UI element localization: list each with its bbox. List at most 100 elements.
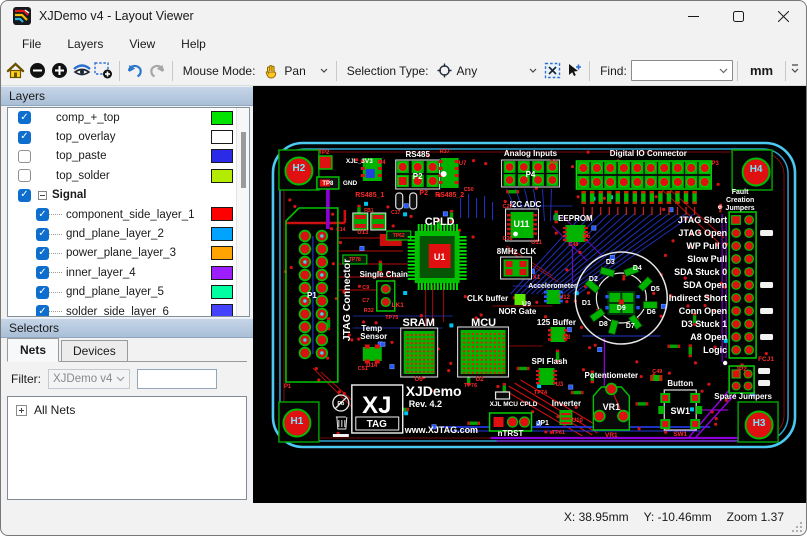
menu-item-view[interactable]: View — [116, 33, 168, 55]
mouse-mode-dropdown[interactable]: Pan — [259, 61, 331, 81]
layer-color-swatch[interactable] — [211, 285, 233, 299]
collapse-icon[interactable] — [38, 191, 47, 200]
layer-color-swatch[interactable] — [211, 111, 233, 125]
pcb-label-c49: C49 — [652, 369, 662, 375]
window-controls — [671, 1, 806, 31]
pcb-label-xjdemo: XJDemo — [406, 383, 462, 399]
title-bar: XJDemo v4 - Layout Viewer — [1, 1, 806, 31]
layer-checkbox[interactable]: ✓ — [18, 111, 31, 124]
pcb-label-tp75: TP75 — [385, 315, 398, 321]
all-nets-node[interactable]: All Nets — [16, 403, 238, 417]
layer-checkbox[interactable]: ✓ — [36, 228, 49, 241]
tree-line — [49, 311, 62, 312]
pcb-label-rs485-2: RS485_2 — [435, 192, 464, 199]
layer-color-swatch[interactable] — [211, 304, 233, 317]
layout-canvas[interactable]: RS485Analog InputsDigital IO ConnectorP2… — [253, 86, 806, 503]
pcb-label-u8: U8 — [563, 335, 571, 341]
layer-checkbox[interactable] — [18, 169, 31, 182]
pcb-view[interactable]: RS485Analog InputsDigital IO ConnectorP2… — [253, 86, 806, 503]
pcb-label-p1: P1 — [284, 384, 292, 390]
layer-row-top_paste: top_paste — [8, 147, 249, 166]
layer-checkbox[interactable]: ✓ — [36, 286, 49, 299]
pcb-label-sda-stuck-0: SDA Stuck 0 — [674, 267, 727, 277]
expand-icon[interactable] — [16, 405, 27, 416]
pcb-label-r32: R32 — [364, 308, 374, 314]
undo-button[interactable] — [125, 60, 145, 82]
pcb-label-d6: D6 — [647, 309, 656, 316]
find-input[interactable] — [631, 60, 733, 81]
minimize-icon — [688, 11, 699, 22]
layer-label: comp_+_top — [56, 112, 120, 124]
pcb-label-d2: D2 — [589, 276, 598, 283]
view-all-button[interactable] — [72, 60, 92, 82]
layers-scrollbar[interactable] — [236, 108, 249, 316]
layer-row-gnd_plane_layer_2: ✓gnd_plane_layer_2 — [8, 224, 249, 243]
pcb-label-rs485: RS485 — [406, 150, 431, 159]
layer-checkbox[interactable] — [18, 150, 31, 163]
pcb-label-slow-pull: Slow Pull — [687, 254, 727, 264]
menu-item-file[interactable]: File — [9, 33, 54, 55]
layer-checkbox[interactable]: ✓ — [36, 305, 49, 317]
clear-selection-icon — [544, 62, 561, 79]
layer-row-component_side_layer_1: ✓component_side_layer_1 — [8, 205, 249, 224]
pcb-label-i2c-adc: I2C ADC — [510, 200, 542, 209]
tab-nets[interactable]: Nets — [7, 338, 59, 362]
selection-type-dropdown[interactable]: Any — [433, 61, 542, 80]
pcb-label-r37: R37 — [440, 149, 450, 155]
pcb-label-h2: H2 — [293, 163, 306, 174]
pcb-label-u2: U2 — [475, 376, 484, 383]
layer-color-swatch[interactable] — [211, 246, 233, 260]
filter-project-dropdown[interactable]: XJDemo v4 — [48, 369, 130, 389]
layer-color-swatch[interactable] — [211, 169, 233, 183]
redo-button[interactable] — [147, 60, 167, 82]
layer-checkbox[interactable]: ✓ — [36, 247, 49, 260]
layer-checkbox[interactable]: ✓ — [36, 208, 49, 221]
toolbar: Mouse Mode: Pan Selection Type: Any — [1, 56, 806, 86]
add-to-selection-button[interactable] — [564, 60, 584, 82]
layer-checkbox[interactable]: ✓ — [36, 266, 49, 279]
filter-text-input[interactable] — [137, 369, 217, 389]
layer-color-swatch[interactable] — [211, 149, 233, 163]
zoom-region-button[interactable] — [94, 60, 114, 82]
layer-checkbox[interactable]: ✓ — [18, 189, 31, 202]
pcb-label-d3: D3 — [606, 259, 615, 266]
pcb-label-c9: C9 — [362, 285, 369, 291]
pcb-label-spi-flash: SPI Flash — [532, 357, 568, 366]
pcb-label-p4: P4 — [550, 160, 558, 166]
pcb-label-jp1: JP1 — [536, 420, 549, 427]
minimize-button[interactable] — [671, 1, 716, 31]
layer-label: inner_layer_4 — [66, 267, 136, 279]
zoom-out-button[interactable] — [28, 60, 48, 82]
tree-line — [49, 272, 62, 273]
pcb-label-u7: U7 — [459, 161, 467, 167]
crosshair-icon — [437, 63, 452, 78]
pcb-label-sram: SRAM — [403, 317, 435, 329]
layer-label: top_paste — [56, 150, 107, 162]
pcb-label-d3-stuck-1: D3 Stuck 1 — [681, 319, 727, 329]
home-button[interactable] — [6, 60, 26, 82]
layer-row-top_overlay: ✓top_overlay — [8, 127, 249, 146]
redo-icon — [148, 63, 166, 79]
clear-selection-button[interactable] — [542, 60, 562, 82]
close-button[interactable] — [761, 1, 806, 31]
pcb-label-d9: D9 — [617, 305, 626, 312]
pcb-label-creation: Creation — [726, 197, 754, 204]
tree-line — [49, 253, 62, 254]
layer-checkbox[interactable]: ✓ — [18, 131, 31, 144]
toolbar-overflow-button[interactable] — [790, 62, 800, 80]
layer-color-swatch[interactable] — [211, 130, 233, 144]
pcb-label-vr1: VR1 — [605, 432, 618, 439]
maximize-button[interactable] — [716, 1, 761, 31]
resize-grip[interactable] — [791, 521, 803, 533]
zoom-in-button[interactable] — [50, 60, 70, 82]
layer-label: power_plane_layer_3 — [66, 247, 176, 259]
pcb-label-jtag-open: JTAG Open — [678, 228, 727, 238]
tab-devices[interactable]: Devices — [61, 340, 128, 361]
menu-item-help[interactable]: Help — [168, 33, 219, 55]
toolbar-separator — [119, 61, 120, 81]
scrollbar-thumb[interactable] — [241, 132, 246, 188]
layer-color-swatch[interactable] — [211, 227, 233, 241]
layer-color-swatch[interactable] — [211, 266, 233, 280]
layer-color-swatch[interactable] — [211, 207, 233, 221]
menu-item-layers[interactable]: Layers — [54, 33, 116, 55]
